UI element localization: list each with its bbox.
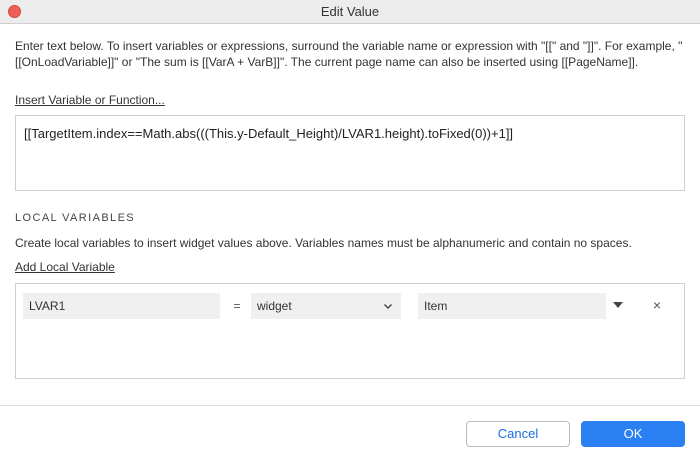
- dialog-title: Edit Value: [320, 4, 380, 19]
- dropdown-triangle-icon[interactable]: [612, 300, 624, 310]
- ok-button[interactable]: OK: [581, 421, 685, 447]
- variable-type-value: widget: [257, 299, 292, 313]
- intro-text: Enter text below. To insert variables or…: [15, 39, 683, 69]
- cancel-button[interactable]: Cancel: [466, 421, 570, 447]
- target-widget-input[interactable]: Item: [418, 293, 606, 319]
- remove-variable-icon[interactable]: ×: [650, 296, 664, 314]
- local-variables-heading: LOCAL VARIABLES: [15, 212, 136, 224]
- variable-type-select[interactable]: widget: [251, 293, 401, 319]
- variable-name-input[interactable]: LVAR1: [23, 293, 220, 319]
- insert-variable-link[interactable]: Insert Variable or Function...: [15, 93, 165, 107]
- chevron-down-icon: [384, 304, 392, 309]
- footer-divider: [0, 405, 700, 406]
- expression-input[interactable]: [[TargetItem.index==Math.abs(((This.y-De…: [15, 115, 685, 191]
- title-bar: Edit Value: [0, 0, 700, 24]
- local-variables-description: Create local variables to insert widget …: [15, 236, 632, 250]
- equals-sign: =: [233, 299, 241, 313]
- local-variables-list: LVAR1 = widget Item ×: [15, 283, 685, 379]
- add-local-variable-link[interactable]: Add Local Variable: [15, 260, 115, 274]
- edit-value-dialog: Edit Value Enter text below. To insert v…: [0, 0, 700, 462]
